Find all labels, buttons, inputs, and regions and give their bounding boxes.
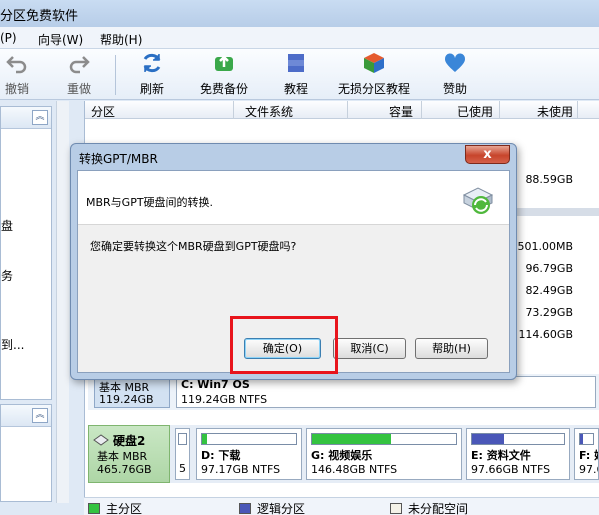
pending-panel-header: ︽ (1, 405, 51, 427)
partition-d[interactable]: D: 下载 97.17GB NTFS (196, 428, 302, 480)
help-button[interactable]: 帮助(H) (415, 338, 488, 359)
partition-f[interactable]: F: 娱 97.66 (574, 428, 599, 480)
pending-panel: ︽ (0, 404, 52, 502)
usage-bar (471, 433, 565, 445)
left-item-disk[interactable]: 盘 (1, 217, 13, 234)
operations-panel-header: ︽ (1, 107, 51, 129)
hard-disk-icon (93, 434, 109, 446)
left-item-more[interactable]: 到... (1, 336, 24, 353)
partition-c[interactable]: C: Win7 OS 119.24GB NTFS (176, 376, 596, 408)
operations-panel: ︽ 盘 务 到... (0, 106, 52, 400)
legend-primary: 主分区 (88, 500, 142, 515)
close-button[interactable]: x (465, 145, 510, 164)
menu-item-wizard[interactable]: 向导(W) (38, 31, 83, 48)
column-filesystem[interactable]: 文件系统 (245, 103, 293, 120)
partition-g[interactable]: G: 视频娱乐 146.48GB NTFS (306, 428, 462, 480)
legend-unallocated: 未分配空间 (390, 500, 468, 515)
collapse-icon[interactable]: ︽ (32, 408, 48, 423)
usage-bar (579, 433, 594, 445)
disk-convert-icon (462, 187, 494, 214)
refresh-button[interactable]: 刷新 (137, 51, 167, 97)
dialog-header: MBR与GPT硬盘间的转换. (78, 171, 509, 225)
free-backup-button[interactable]: 免费备份 (198, 51, 250, 97)
partition-e[interactable]: E: 资料文件 97.66GB NTFS (466, 428, 570, 480)
disk2-map[interactable]: 硬盘2 基本 MBR 465.76GB 5 D: 下载 97.17GB NTFS… (88, 425, 599, 483)
legend-bar: 主分区 逻辑分区 未分配空间 (84, 497, 599, 515)
redo-button[interactable]: 重做 (64, 51, 94, 97)
donate-button[interactable]: 赞助 (441, 51, 469, 97)
backup-icon (215, 55, 233, 71)
menu-bar: (P) 向导(W) 帮助(H) (0, 27, 599, 49)
refresh-icon (143, 53, 161, 73)
window-titlebar: 分区免费软件 (0, 0, 599, 27)
undo-button[interactable]: 撤销 (2, 51, 32, 97)
heart-icon (444, 53, 466, 72)
close-icon: x (483, 147, 492, 162)
undo-icon (6, 56, 27, 74)
usage-bar (311, 433, 457, 445)
dialog-question: 您确定要转换这个MBR硬盘到GPT硬盘吗? (90, 240, 297, 253)
legend-logical: 逻辑分区 (239, 500, 305, 515)
usage-bar (201, 433, 297, 445)
column-partition[interactable]: 分区 (91, 103, 115, 120)
collapse-icon[interactable]: ︽ (32, 110, 48, 125)
column-capacity[interactable]: 容量 (389, 103, 413, 120)
dialog-message: MBR与GPT硬盘间的转换. (86, 196, 214, 209)
left-item-task[interactable]: 务 (1, 267, 13, 284)
tutorial-button[interactable]: 教程 (281, 51, 311, 97)
window-title: 分区免费软件 (0, 9, 79, 24)
toolbar: 撤销 重做 刷新 免费备份 教程 无损分区教程 赞助 (0, 49, 599, 100)
partition-small[interactable]: 5 (175, 428, 190, 480)
lossless-partition-tutorial-button[interactable]: 无损分区教程 (338, 51, 410, 97)
left-scrollbar[interactable] (56, 101, 69, 503)
tutorial-icon (288, 54, 304, 72)
column-unused[interactable]: 未使用 (537, 103, 573, 120)
cancel-button[interactable]: 取消(C) (333, 338, 406, 359)
partition-tutorial-icon (364, 53, 384, 73)
redo-icon (69, 56, 90, 74)
dialog-title: 转换GPT/MBR (79, 152, 158, 166)
toolbar-separator (115, 55, 116, 95)
disk1-label[interactable]: 基本 MBR 119.24GB (94, 376, 170, 408)
column-headers: 分区 文件系统 容量 已使用 未使用 (85, 101, 599, 119)
disk2-label[interactable]: 硬盘2 基本 MBR 465.76GB (88, 425, 170, 483)
column-used[interactable]: 已使用 (457, 103, 493, 120)
menu-item-help[interactable]: 帮助(H) (100, 31, 142, 48)
menu-item-partition[interactable]: (P) (0, 31, 17, 45)
highlight-box (230, 316, 338, 374)
